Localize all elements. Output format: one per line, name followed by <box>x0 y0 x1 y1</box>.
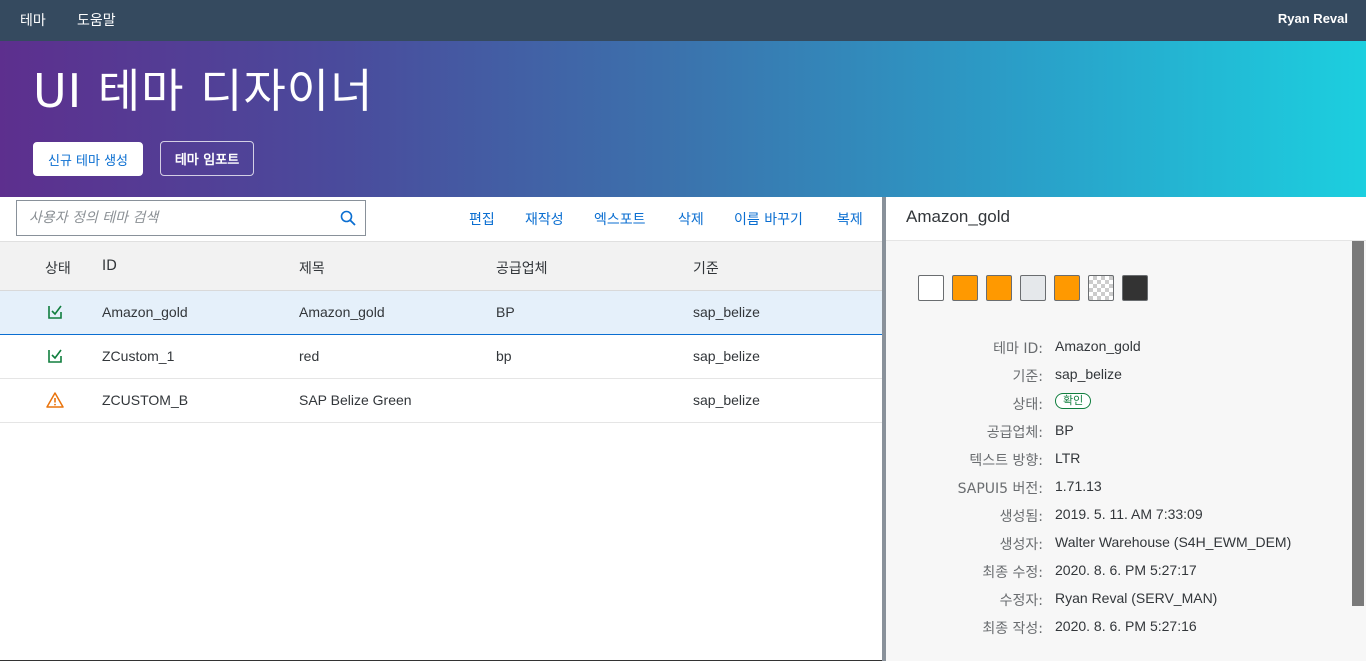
cell-base: sap_belize <box>693 304 760 320</box>
label-ui5-version: SAPUI5 버전: <box>957 481 1043 497</box>
cell-vendor: BP <box>496 304 515 320</box>
color-swatch <box>1020 275 1046 301</box>
label-creator: 생성자: <box>999 537 1043 553</box>
color-swatch <box>918 275 944 301</box>
menu-theme[interactable]: 테마 <box>20 10 46 30</box>
label-text-direction: 텍스트 방향: <box>969 453 1043 469</box>
rename-link[interactable]: 이름 바꾸기 <box>734 209 803 229</box>
value-creator: Walter Warehouse (S4H_EWM_DEM) <box>1055 534 1292 550</box>
value-text-direction: LTR <box>1055 450 1081 466</box>
color-swatch <box>952 275 978 301</box>
cell-id: ZCUSTOM_B <box>102 392 189 408</box>
table-row[interactable]: Amazon_gold Amazon_gold BP sap_belize <box>0 291 882 335</box>
hero-banner: UI 테마 디자이너 신규 테마 생성 테마 임포트 <box>0 41 1366 197</box>
col-status[interactable]: 상태 <box>45 258 71 278</box>
status-badge: 확인 <box>1055 393 1092 409</box>
table-row[interactable]: ZCUSTOM_B SAP Belize Green sap_belize <box>0 379 882 423</box>
cell-id: Amazon_gold <box>102 304 188 320</box>
value-ui5-version: 1.71.13 <box>1055 478 1102 494</box>
scrollbar[interactable] <box>1352 241 1364 606</box>
label-created: 생성됨: <box>999 509 1043 525</box>
theme-list-panel: 편집 재작성 엑스포트 삭제 이름 바꾸기 복제 상태 ID 제목 공급업체 기… <box>0 197 882 661</box>
color-swatch <box>1054 275 1080 301</box>
search-field <box>16 200 366 236</box>
cell-id: ZCustom_1 <box>102 348 175 364</box>
cell-base: sap_belize <box>693 348 760 364</box>
label-built: 최종 작성: <box>982 621 1043 637</box>
user-name[interactable]: Ryan Reval <box>1278 11 1348 26</box>
detail-title: Amazon_gold <box>906 207 1010 226</box>
create-theme-button[interactable]: 신규 테마 생성 <box>33 142 143 176</box>
cell-vendor: bp <box>496 348 512 364</box>
table-row[interactable]: ZCustom_1 red bp sap_belize <box>0 335 882 379</box>
status-ok-icon <box>48 305 62 319</box>
value-built: 2020. 8. 6. PM 5:27:16 <box>1055 618 1197 634</box>
cell-base: sap_belize <box>693 392 760 408</box>
cell-title: SAP Belize Green <box>299 392 412 408</box>
label-base: 기준: <box>1012 369 1043 385</box>
search-input[interactable] <box>17 201 337 235</box>
page-title: UI 테마 디자이너 <box>33 64 374 118</box>
col-title[interactable]: 제목 <box>299 258 325 278</box>
label-vendor: 공급업체: <box>986 425 1043 441</box>
value-vendor: BP <box>1055 422 1074 438</box>
col-base[interactable]: 기준 <box>693 258 719 278</box>
color-swatch <box>1122 275 1148 301</box>
label-modified: 최종 수정: <box>982 565 1043 581</box>
edit-link[interactable]: 편집 <box>469 209 495 229</box>
value-modified: 2020. 8. 6. PM 5:27:17 <box>1055 562 1197 578</box>
color-swatch <box>1088 275 1114 301</box>
menu-help[interactable]: 도움말 <box>77 10 116 30</box>
value-theme-id: Amazon_gold <box>1055 338 1141 354</box>
color-swatch <box>986 275 1012 301</box>
col-vendor[interactable]: 공급업체 <box>496 258 548 278</box>
cell-title: red <box>299 348 320 364</box>
label-theme-id: 테마 ID: <box>993 341 1043 357</box>
import-theme-button[interactable]: 테마 임포트 <box>160 141 254 176</box>
export-link[interactable]: 엑스포트 <box>594 209 646 229</box>
label-modifier: 수정자: <box>999 593 1043 609</box>
delete-link[interactable]: 삭제 <box>678 209 704 229</box>
rebuild-link[interactable]: 재작성 <box>525 209 564 229</box>
col-id[interactable]: ID <box>102 258 117 274</box>
search-icon[interactable] <box>340 210 356 226</box>
detail-panel: Amazon_gold 테마 ID: Amazon_gold 기준: sap_b… <box>886 197 1366 661</box>
value-modifier: Ryan Reval (SERV_MAN) <box>1055 590 1218 606</box>
status-ok-icon <box>48 349 62 363</box>
value-base: sap_belize <box>1055 366 1122 382</box>
cell-title: Amazon_gold <box>299 304 385 320</box>
label-status: 상태: <box>1012 397 1043 413</box>
value-created: 2019. 5. 11. AM 7:33:09 <box>1055 506 1203 522</box>
detail-header: Amazon_gold <box>886 197 1366 241</box>
status-warning-icon <box>46 392 64 408</box>
shell-bar: 테마 도움말 Ryan Reval <box>0 0 1366 41</box>
copy-link[interactable]: 복제 <box>837 209 863 229</box>
table-header: 상태 ID 제목 공급업체 기준 <box>0 241 882 291</box>
